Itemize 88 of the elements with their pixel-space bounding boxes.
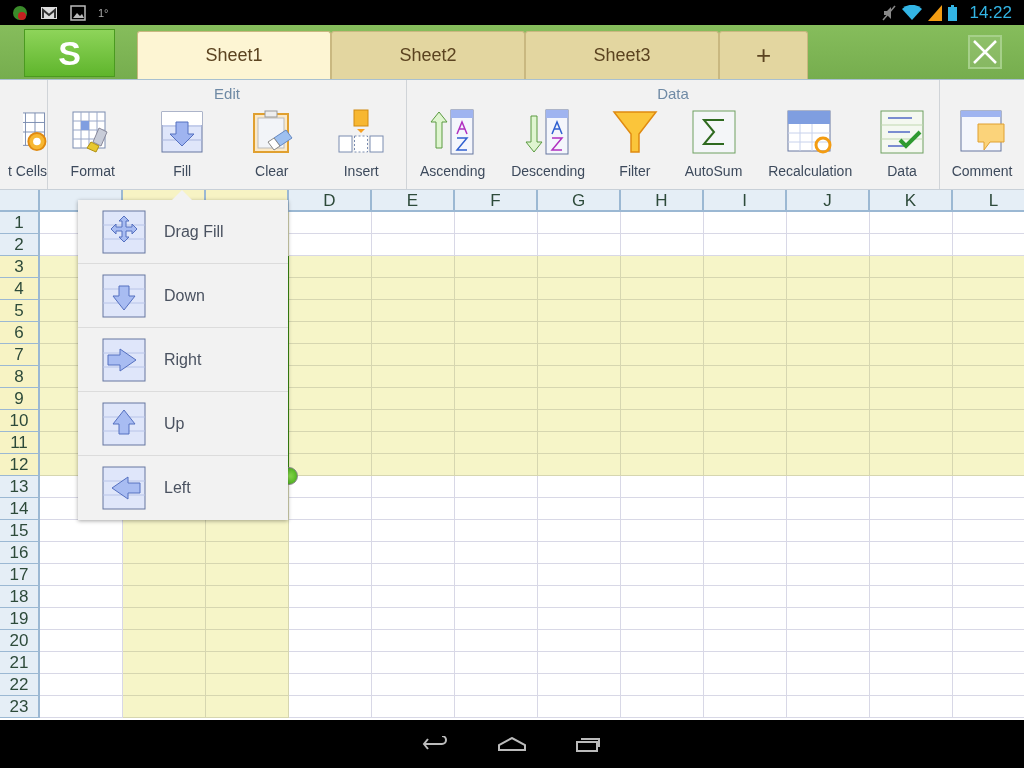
drag-fill-icon xyxy=(102,209,146,254)
toolbar-button[interactable]: Format xyxy=(68,104,117,189)
menu-item[interactable]: Down xyxy=(78,264,288,328)
clock-time: 14:22 xyxy=(969,2,1012,23)
toolbar-button[interactable]: Ascending xyxy=(419,104,486,189)
row-header[interactable]: 11 xyxy=(0,432,40,454)
table-cell xyxy=(953,256,1024,278)
toolbar-button[interactable]: Recalculation xyxy=(768,104,853,189)
row-header[interactable]: 16 xyxy=(0,542,40,564)
signal-icon xyxy=(928,4,943,21)
row-header[interactable]: 8 xyxy=(0,366,40,388)
wifi-icon xyxy=(902,4,923,21)
row-header[interactable]: 7 xyxy=(0,344,40,366)
row-header[interactable]: 6 xyxy=(0,322,40,344)
row-header[interactable]: 10 xyxy=(0,410,40,432)
column-header[interactable]: K xyxy=(870,190,953,212)
row-header[interactable]: 22 xyxy=(0,674,40,696)
fill-down-icon xyxy=(102,273,146,318)
row-header[interactable]: 12 xyxy=(0,454,40,476)
gear-icon xyxy=(23,112,47,152)
group-title: Data xyxy=(657,84,689,102)
insert-icon xyxy=(337,108,386,156)
column-header[interactable]: I xyxy=(704,190,787,212)
toolbar-button[interactable]: Data xyxy=(878,104,927,189)
table-cell xyxy=(953,388,1024,410)
data-check-icon xyxy=(878,108,927,156)
toolbar-button[interactable]: Insert xyxy=(337,104,386,189)
sheet-tab[interactable]: Sheet2 xyxy=(331,31,525,79)
recent-apps-icon[interactable] xyxy=(576,736,602,752)
row-header[interactable]: 20 xyxy=(0,630,40,652)
toolbar-button[interactable]: Clear xyxy=(247,104,296,189)
back-icon[interactable] xyxy=(422,736,448,752)
column-header[interactable]: F xyxy=(455,190,538,212)
row-header[interactable]: 2 xyxy=(0,234,40,256)
row-header[interactable]: 23 xyxy=(0,696,40,718)
column-header[interactable]: G xyxy=(538,190,621,212)
menu-item[interactable]: Up xyxy=(78,392,288,456)
sheet-tab[interactable]: Sheet3 xyxy=(525,31,719,79)
column-header[interactable]: J xyxy=(787,190,870,212)
row-header[interactable]: 3 xyxy=(0,256,40,278)
toolbar-button[interactable]: Filter xyxy=(610,104,659,189)
sort-ascending-icon xyxy=(428,108,477,156)
sheet-tab[interactable]: Sheet1 xyxy=(137,31,331,79)
table-cell xyxy=(953,410,1024,432)
table-cell xyxy=(953,432,1024,454)
notification-text: 1° xyxy=(98,6,109,19)
row-header[interactable]: 4 xyxy=(0,278,40,300)
fill-up-icon xyxy=(102,401,146,446)
mail-icon xyxy=(40,5,58,20)
toolbar-button[interactable]: Descending xyxy=(511,104,586,189)
table-cell xyxy=(953,278,1024,300)
column-header[interactable]: D xyxy=(289,190,372,212)
group-title: Edit xyxy=(214,84,240,102)
toolbar-button[interactable]: t Cells xyxy=(8,104,47,189)
column-header[interactable]: L xyxy=(953,190,1024,212)
row-header[interactable]: 13 xyxy=(0,476,40,498)
fill-right-icon xyxy=(102,337,146,382)
filter-icon xyxy=(610,108,659,156)
row-header[interactable]: 19 xyxy=(0,608,40,630)
table-cell xyxy=(953,322,1024,344)
row-header[interactable]: 1 xyxy=(0,212,40,234)
row-header[interactable]: 17 xyxy=(0,564,40,586)
row-header[interactable]: 18 xyxy=(0,586,40,608)
toolbar-button[interactable]: Fill xyxy=(158,104,207,189)
row-header[interactable]: 21 xyxy=(0,652,40,674)
row-header[interactable]: 9 xyxy=(0,388,40,410)
column-header[interactable]: E xyxy=(372,190,455,212)
toolbar-button[interactable]: AutoSum xyxy=(684,104,743,189)
row-header[interactable]: 5 xyxy=(0,300,40,322)
fill-left-icon xyxy=(102,466,146,510)
add-sheet-button[interactable]: + xyxy=(719,31,808,79)
toolbar-button[interactable]: Comment xyxy=(951,104,1013,189)
table-cell xyxy=(953,344,1024,366)
table-cell xyxy=(953,300,1024,322)
menu-item[interactable]: Drag Fill xyxy=(78,200,288,264)
menu-item[interactable]: Left xyxy=(78,456,288,520)
row-header[interactable]: 14 xyxy=(0,498,40,520)
home-icon[interactable] xyxy=(498,737,526,751)
menu-item[interactable]: Right xyxy=(78,328,288,392)
table-cell xyxy=(953,366,1024,388)
battery-icon xyxy=(948,4,958,21)
image-icon xyxy=(70,4,86,21)
mute-icon xyxy=(882,4,897,21)
sum-icon xyxy=(689,108,738,156)
table-cell xyxy=(953,454,1024,476)
row-header[interactable]: 15 xyxy=(0,520,40,542)
app-notification-icon xyxy=(12,4,28,21)
column-header[interactable]: H xyxy=(621,190,704,212)
